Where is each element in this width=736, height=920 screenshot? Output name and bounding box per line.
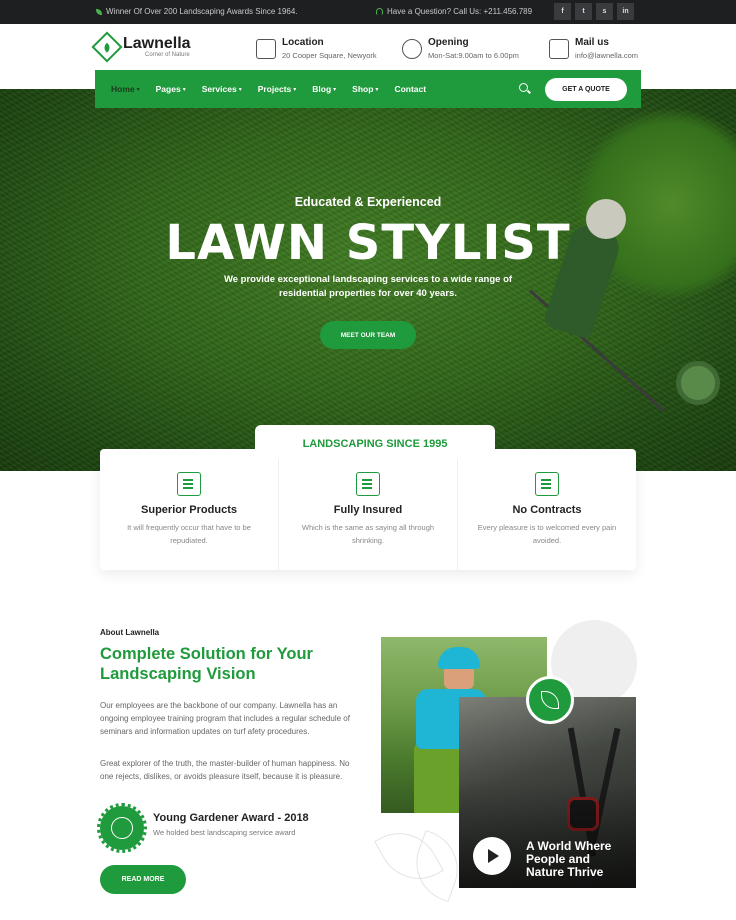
call-text: Have a Question? Call Us: +211.456.789 [387,7,533,16]
leaf-icon [96,8,102,15]
get-quote-button[interactable]: GET A QUOTE [545,78,627,101]
about-paragraph-2: Great explorer of the truth, the master-… [100,759,350,781]
brand-tagline: Corner of Nature [145,52,190,58]
opening-title: Opening [428,37,469,48]
hero-description: We provide exceptional landscaping servi… [223,274,513,299]
landscaping-since-label: LANDSCAPING SINCE 1995 [255,425,495,459]
award-badge-icon [97,803,147,853]
mail-value[interactable]: info@lawnella.com [575,51,638,60]
location-value: 20 Cooper Square, Newyork [282,51,377,60]
chevron-down-icon: ▾ [293,86,297,93]
social-links: f t s in [554,3,634,20]
nav-services-label: Services [201,84,237,94]
award-title: Young Gardener Award - 2018 [153,812,309,824]
nav-shop-label: Shop [352,84,374,94]
award-desc: We holded best landscaping service award [153,828,296,837]
nav-blog[interactable]: Blog ▾ [312,84,336,94]
feature-card: No Contracts Every pleasure is to welcom… [457,449,636,570]
about-paragraph-1: Our employees are the backbone of our co… [100,701,350,736]
home-tools-icon [177,472,201,496]
feature-card: Fully Insured Which is the same as sayin… [278,449,457,570]
certificate-icon [535,472,559,496]
nav-contact[interactable]: Contact [394,84,426,94]
nav-home[interactable]: Home ▾ [111,84,140,94]
top-bar: Winner Of Over 200 Landscaping Awards Si… [0,0,736,24]
nav-contact-label: Contact [394,84,427,94]
nav-projects[interactable]: Projects ▾ [258,84,297,94]
hero-banner: Educated & Experienced LAWN STYLIST We p… [0,89,736,471]
call-notice: Have a Question? Call Us: +211.456.789 [376,7,532,16]
video-caption: A World Where People and Nature Thrive [526,839,612,879]
meet-team-button[interactable]: MEET OUR TEAM [320,321,416,349]
nav-shop[interactable]: Shop ▾ [352,84,378,94]
search-icon[interactable] [519,83,528,92]
facebook-icon[interactable]: f [554,3,571,20]
chevron-down-icon: ▾ [238,86,242,93]
mail-icon [549,39,569,59]
features-panel: Superior Products It will frequently occ… [100,449,636,570]
twitter-icon[interactable]: t [575,3,592,20]
leaf-icon [526,676,574,724]
feature-desc: Which is the same as saying all through … [301,523,435,545]
mail-title: Mail us [575,37,609,48]
nav-pages[interactable]: Pages ▾ [156,84,186,94]
play-icon[interactable] [473,837,511,875]
logo-icon [91,31,123,63]
award-text: Winner Of Over 200 Landscaping Awards Si… [106,7,298,16]
nav-home-label: Home [111,84,135,94]
map-icon [256,39,276,59]
hero-title: LAWN STYLIST [165,215,571,271]
opening-info: Opening Mon-Sat:9.00am to 6.00pm [402,37,519,60]
chevron-down-icon: ▾ [182,86,186,93]
nav-blog-label: Blog [312,84,332,94]
about-kicker: About Lawnella [100,628,160,637]
hero-subtitle: Educated & Experienced [294,195,442,209]
main-nav: Home ▾ Pages ▾ Services ▾ Projects ▾ Blog ▾ S… [95,70,641,108]
location-info: Location 20 Cooper Square, Newyork [256,37,377,60]
chevron-down-icon: ▾ [333,86,337,93]
clock-icon [402,39,422,59]
read-more-button[interactable]: READ MORE [100,865,186,894]
feature-desc: Every pleasure is to welcomed every pain… [477,523,617,545]
about-title: Complete Solution for Your Landscaping V… [100,645,313,683]
nav-services[interactable]: Services ▾ [202,84,242,94]
feature-card: Superior Products It will frequently occ… [100,449,278,570]
feature-desc: It will frequently occur that have to be… [127,523,251,545]
feature-title: Superior Products [141,504,237,516]
chevron-down-icon: ▾ [375,86,379,93]
award-block: Young Gardener Award - 2018 We holded be… [97,803,309,853]
linkedin-icon[interactable]: in [617,3,634,20]
feature-title: No Contracts [512,504,582,516]
nav-pages-label: Pages [155,84,181,94]
nav-projects-label: Projects [257,84,292,94]
chevron-down-icon: ▾ [136,86,140,93]
headset-icon [376,8,383,15]
opening-value: Mon-Sat:9.00am to 6.00pm [428,51,519,60]
trimmer-head [676,361,720,405]
brand-name: Lawnella [123,35,191,52]
skype-icon[interactable]: s [596,3,613,20]
truck-icon [356,472,380,496]
feature-title: Fully Insured [333,504,403,516]
location-title: Location [282,37,324,48]
mail-info: Mail us info@lawnella.com [549,37,638,60]
award-notice: Winner Of Over 200 Landscaping Awards Si… [96,7,298,16]
site-logo[interactable]: Lawnella Corner of Nature [91,31,191,63]
